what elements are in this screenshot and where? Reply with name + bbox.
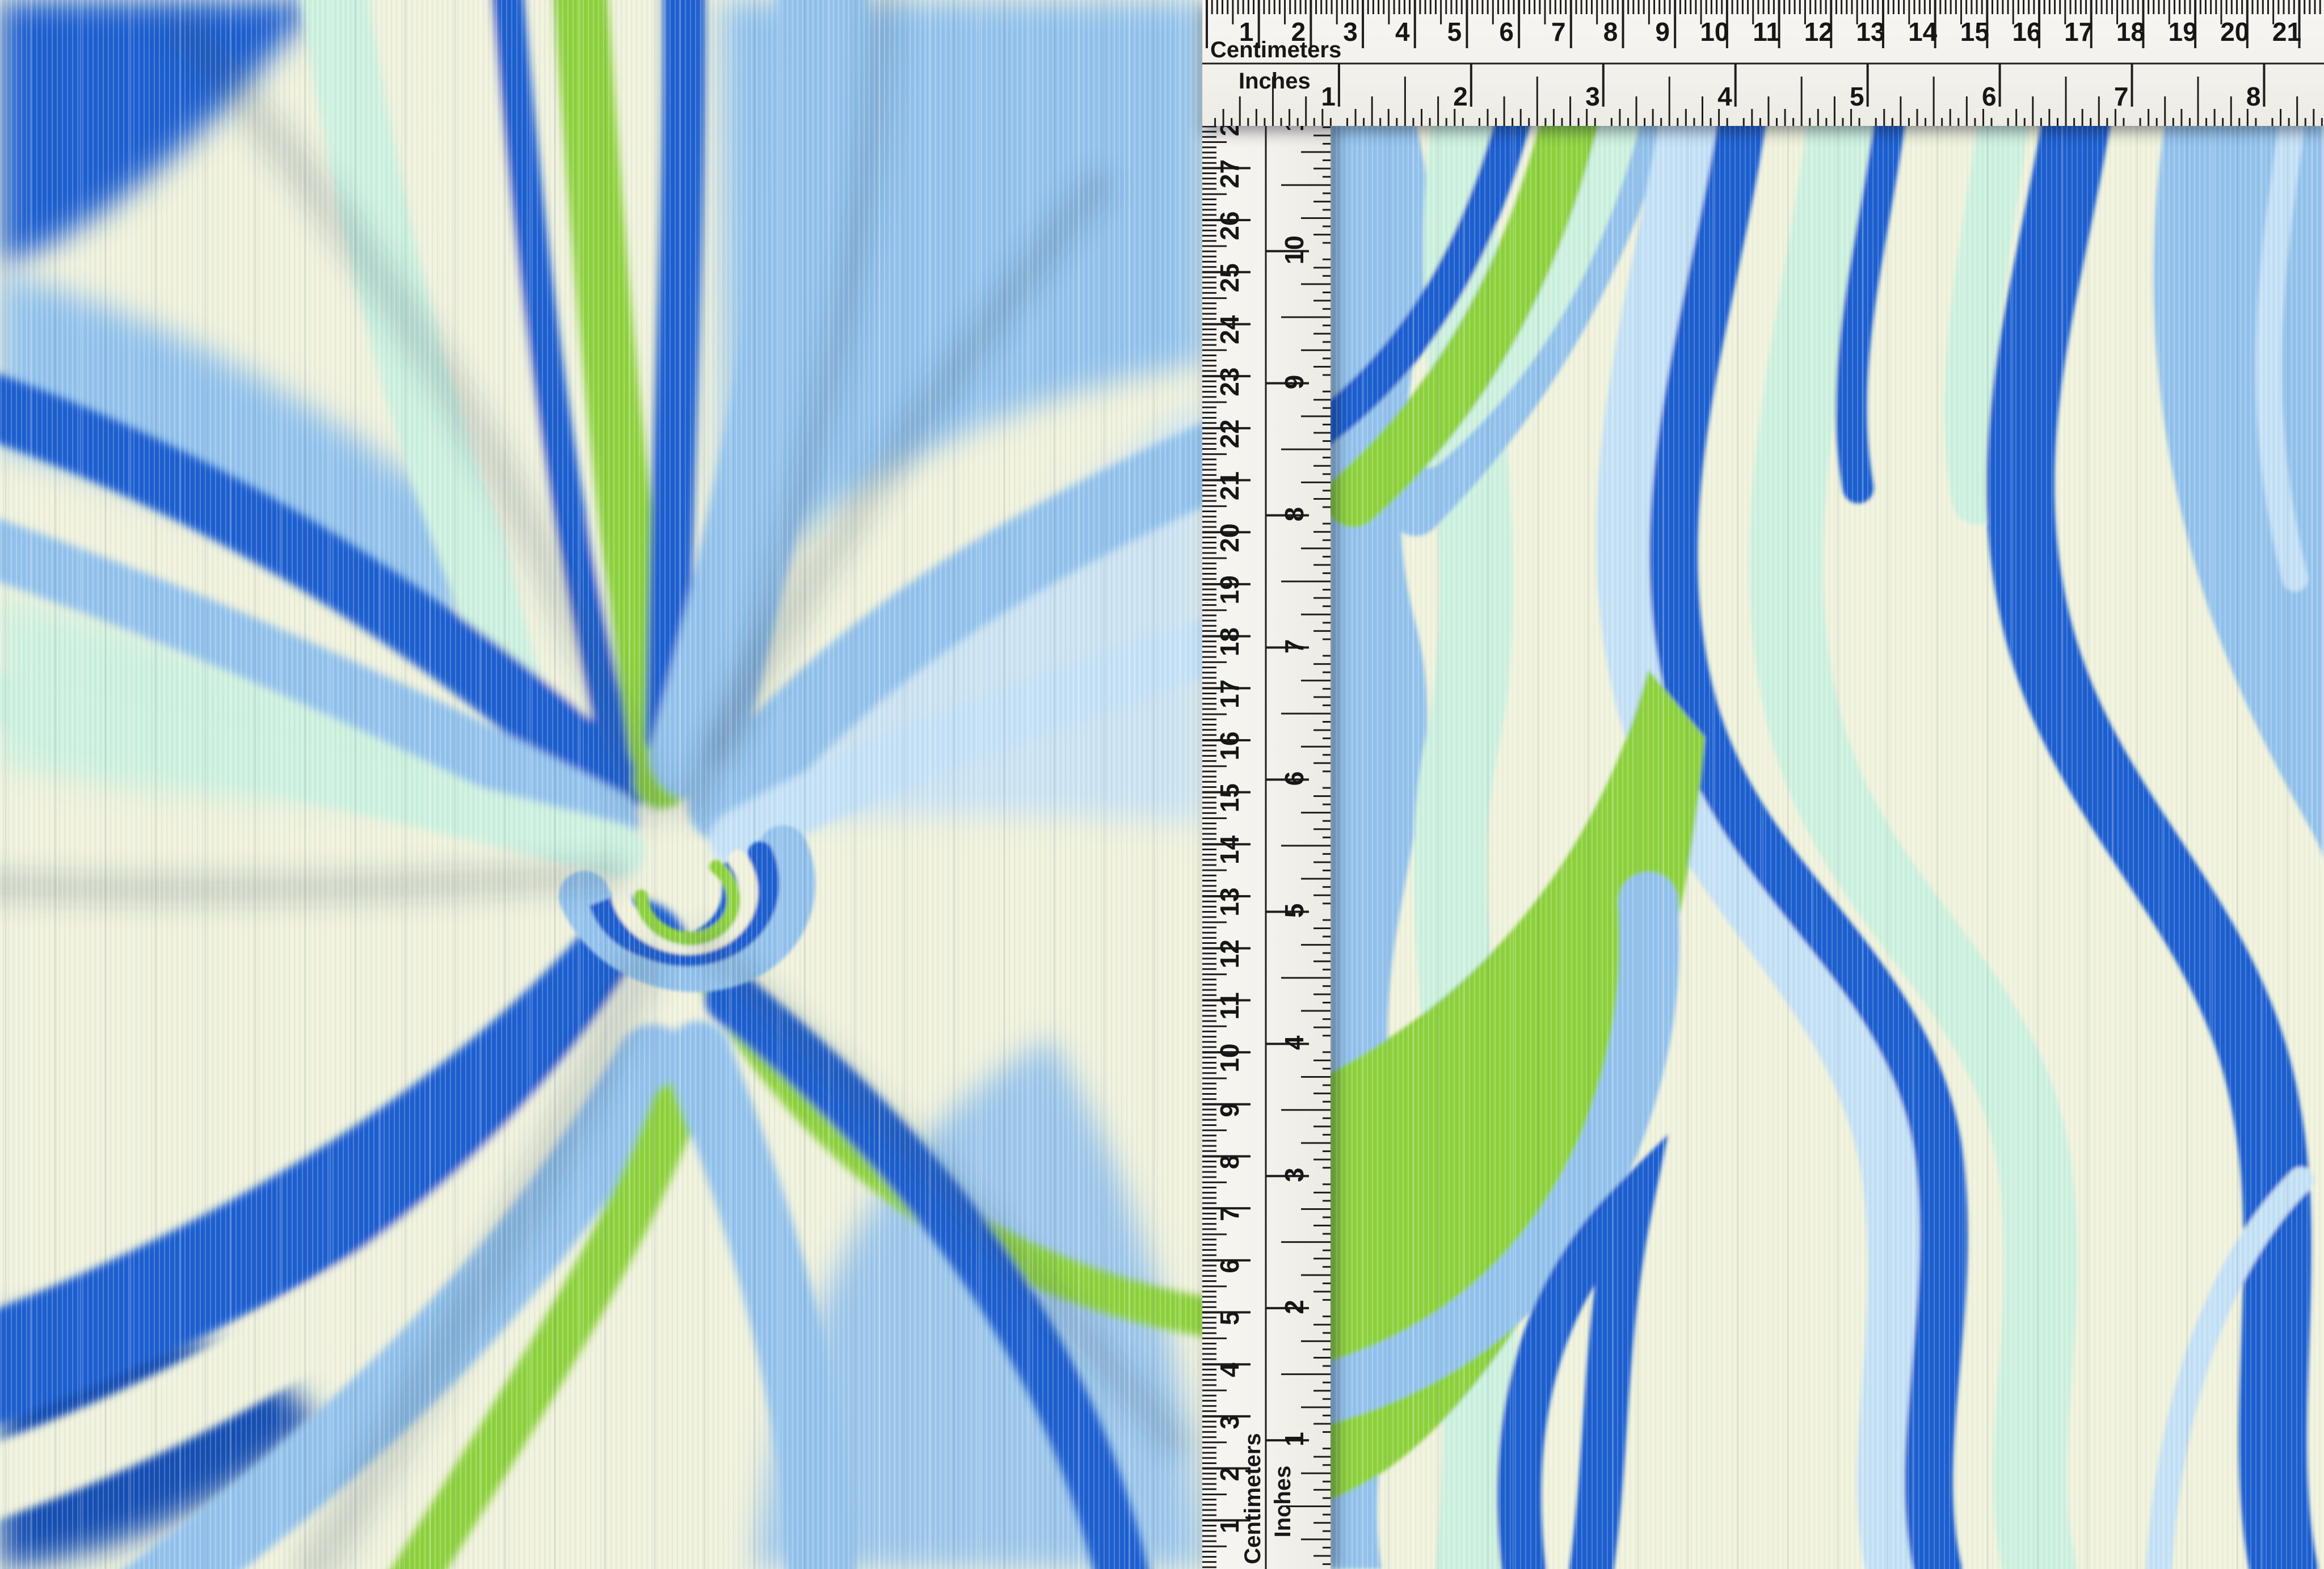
horizontal-ruler-scale: 1234567891011121314151617181920211234567… <box>1202 0 2324 126</box>
inch-number: 8 <box>1279 507 1309 522</box>
cm-number: 16 <box>2012 17 2041 47</box>
cm-number: 13 <box>1856 17 1885 47</box>
vertical-centimeters-label: Centimeters <box>1241 1433 1264 1564</box>
cm-number: 4 <box>1215 1363 1244 1377</box>
cm-number: 13 <box>1215 887 1244 916</box>
swatch-rib-texture-wide <box>1331 125 2324 1569</box>
cm-number: 3 <box>1343 17 1358 47</box>
fabric-flat-swatch <box>1331 125 2324 1569</box>
cm-number: 7 <box>1551 17 1566 47</box>
cm-number: 18 <box>1215 627 1244 656</box>
horizontal-centimeters-label: Centimeters <box>1210 39 1341 61</box>
cm-number: 9 <box>1215 1103 1244 1117</box>
inch-number: 4 <box>1279 1035 1309 1050</box>
horizontal-ruler: 1234567891011121314151617181920211234567… <box>1202 0 2324 126</box>
cm-number: 8 <box>1603 17 1618 47</box>
cm-number: 10 <box>1215 1044 1244 1073</box>
fabric-photo-swirled <box>0 0 1206 1569</box>
cm-number: 15 <box>1960 17 1989 47</box>
cm-number: 21 <box>2272 17 2301 47</box>
inch-number: 7 <box>2114 82 2129 111</box>
inch-number: 8 <box>2246 82 2261 111</box>
fabric-flat-swatch-art <box>1331 125 2324 1569</box>
cm-number: 8 <box>1215 1155 1244 1170</box>
cm-number: 5 <box>1215 1311 1244 1326</box>
cm-number: 21 <box>1215 471 1244 500</box>
inch-number: 6 <box>1982 82 1997 111</box>
inch-number: 5 <box>1279 904 1309 918</box>
cm-number: 3 <box>1215 1415 1244 1429</box>
inch-number: 7 <box>1279 639 1309 654</box>
cm-number: 12 <box>1215 939 1244 968</box>
cm-number: 11 <box>1215 992 1244 1020</box>
inch-number: 3 <box>1279 1167 1309 1182</box>
inch-number: 9 <box>1279 375 1309 390</box>
cm-number: 16 <box>1215 731 1244 760</box>
cm-number: 5 <box>1447 17 1462 47</box>
cm-number: 6 <box>1499 17 1514 47</box>
cm-number: 24 <box>1215 315 1244 344</box>
cm-number: 22 <box>1215 419 1244 448</box>
inch-number: 1 <box>1321 82 1336 111</box>
inch-number: 5 <box>1850 82 1864 111</box>
inch-number: 10 <box>1279 235 1309 264</box>
cm-number: 12 <box>1804 17 1833 47</box>
cm-number: 26 <box>1215 211 1244 240</box>
fabric-photo-swirled-art <box>0 0 1206 1569</box>
cm-number: 23 <box>1215 368 1244 397</box>
inch-number: 3 <box>1585 82 1600 111</box>
cm-number: 17 <box>2064 17 2093 47</box>
cm-number: 25 <box>1215 263 1244 292</box>
cm-number: 15 <box>1215 783 1244 812</box>
cm-number: 19 <box>1215 575 1244 604</box>
inch-number: 1 <box>1279 1432 1309 1446</box>
cm-number: 20 <box>2220 17 2249 47</box>
inch-number: 2 <box>1279 1300 1309 1314</box>
inch-number: 6 <box>1279 771 1309 786</box>
cm-number: 7 <box>1215 1207 1244 1221</box>
cm-number: 11 <box>1753 17 1780 47</box>
cm-number: 20 <box>1215 524 1244 552</box>
vertical-ruler: 1234567891011121314151617181920212223242… <box>1202 126 1331 1569</box>
cm-number: 17 <box>1215 680 1244 708</box>
cm-number: 10 <box>1700 17 1729 47</box>
cm-number: 6 <box>1215 1259 1244 1273</box>
vertical-ruler-scale: 1234567891011121314151617181920212223242… <box>1202 126 1331 1569</box>
cm-number: 9 <box>1655 17 1670 47</box>
inch-number: 2 <box>1453 82 1468 111</box>
horizontal-inches-label: Inches <box>1239 70 1311 92</box>
inch-number: 4 <box>1717 82 1732 111</box>
inch-number: 11 <box>1279 126 1309 132</box>
photo-rib-texture-wide <box>0 0 1206 1569</box>
cm-number: 14 <box>1215 835 1244 864</box>
cm-number: 4 <box>1395 17 1410 47</box>
cm-number: 28 <box>1215 126 1244 136</box>
cm-number: 19 <box>2169 17 2197 47</box>
cm-number: 14 <box>1908 17 1938 47</box>
cm-number: 18 <box>2116 17 2145 47</box>
vertical-inches-label: Inches <box>1272 1466 1294 1538</box>
cm-number: 27 <box>1215 159 1244 188</box>
